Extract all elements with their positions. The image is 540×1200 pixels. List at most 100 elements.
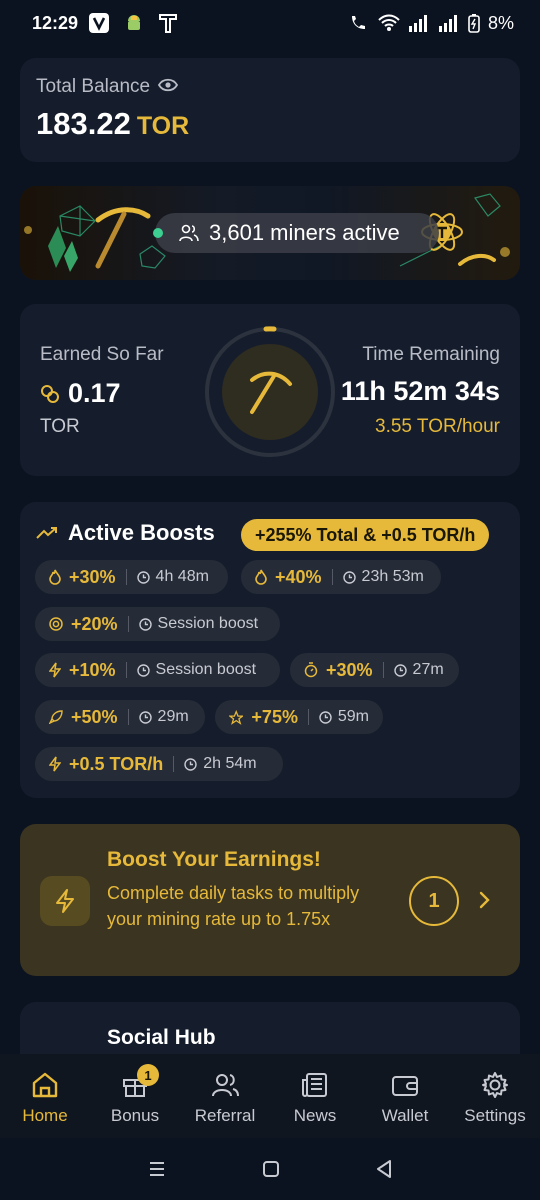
boost-earnings-card[interactable]: Boost Your Earnings! Complete daily task… <box>20 824 520 976</box>
boost-duration-wrap: 27m <box>393 661 444 679</box>
balance-card: Total Balance 183.22 TOR <box>20 58 520 162</box>
social-hub-title: Social Hub <box>107 1026 216 1049</box>
boosts-total-badge: +255% Total & +0.5 TOR/h <box>241 519 490 551</box>
balance-amount: 183.22 TOR <box>36 106 504 142</box>
boost-chip: +10% Session boost <box>35 653 280 687</box>
boost-value: +20% <box>71 613 118 634</box>
users-icon <box>179 224 199 242</box>
clock-icon <box>319 710 332 724</box>
boost-duration: 23h 53m <box>361 568 424 585</box>
boost-chip: +20% Session boost <box>35 607 280 641</box>
nav-home[interactable]: Home <box>0 1054 90 1138</box>
nav-wallet-label: Wallet <box>381 1106 429 1125</box>
wifi-icon <box>378 14 400 31</box>
boost-value: +75% <box>251 706 298 727</box>
signal-icon <box>408 15 427 32</box>
newspaper-icon <box>302 1073 327 1097</box>
boost-chip: +40% 23h 53m <box>241 560 441 594</box>
separator <box>331 569 333 585</box>
time-label: Time Remaining <box>362 344 500 365</box>
mining-card: Earned So Far 0.17 TOR Time Remaining 11… <box>20 304 520 476</box>
bolt-icon <box>40 876 90 926</box>
boosts-header: Active Boosts <box>36 520 215 546</box>
boosts-card: Active Boosts +255% Total & +0.5 TOR/h +… <box>20 502 520 798</box>
status-bar: 12:29 8% <box>0 0 540 46</box>
miners-pill: 3,601 miners active <box>153 213 439 253</box>
app-t-icon <box>158 12 178 34</box>
clock-icon <box>393 663 407 677</box>
home-icon <box>32 1072 58 1098</box>
boost-chip: +30% 4h 48m <box>35 560 228 594</box>
tasks-count: 1 <box>409 876 459 926</box>
boost-value: +0.5 TOR/h <box>69 753 164 774</box>
boost-duration: Session boost <box>155 661 257 678</box>
online-dot <box>153 228 163 238</box>
nav-bonus-label: Bonus <box>110 1106 160 1125</box>
nav-home-label: Home <box>22 1106 68 1125</box>
eye-icon[interactable] <box>158 76 179 98</box>
separator <box>125 569 127 585</box>
separator <box>382 662 384 678</box>
chevron-right-icon[interactable] <box>478 886 492 914</box>
nav-settings[interactable]: Settings <box>450 1054 540 1138</box>
miners-count: 3,601 miners active <box>209 220 400 245</box>
back-icon[interactable] <box>375 1159 393 1179</box>
earned-label: Earned So Far <box>40 344 164 365</box>
clock-icon <box>136 570 150 584</box>
earned-row: 0.17 <box>40 378 121 409</box>
promo-title: Boost Your Earnings! <box>107 848 321 871</box>
boost-chip: +50% 29m <box>35 700 205 734</box>
battery-icon <box>468 14 480 33</box>
status-time: 12:29 <box>32 12 79 33</box>
nav-settings-label: Settings <box>464 1106 526 1125</box>
clock-icon <box>138 617 152 631</box>
time-value: 11h 52m 34s <box>340 376 500 406</box>
rocket-icon <box>49 710 63 724</box>
separator <box>173 756 175 772</box>
balance-value: 183.22 <box>36 106 131 141</box>
android-icon <box>124 13 144 33</box>
balance-unit: TOR <box>136 112 190 140</box>
separator <box>127 616 129 632</box>
miners-banner: 3,601 miners active <box>20 186 520 280</box>
bonus-badge: 1 <box>137 1064 159 1086</box>
promo-text: Complete daily tasks to multiply your mi… <box>107 883 360 929</box>
nav-bonus[interactable]: 1 Bonus <box>90 1054 180 1138</box>
star-icon <box>229 709 244 725</box>
signal-icon-2 <box>438 15 457 32</box>
boost-duration-wrap: 29m <box>138 708 189 726</box>
bottom-nav: Home 1 Bonus Referral News Wallet Settin… <box>0 1054 540 1138</box>
flame-icon <box>49 569 61 585</box>
boost-duration-wrap: 23h 53m <box>342 568 424 586</box>
boost-duration: 4h 48m <box>155 568 209 585</box>
nav-wallet[interactable]: Wallet <box>360 1054 450 1138</box>
wallet-icon <box>392 1076 418 1096</box>
clock-icon <box>184 757 197 771</box>
nav-news[interactable]: News <box>270 1054 360 1138</box>
system-nav-bar <box>0 1138 540 1200</box>
recents-icon[interactable] <box>147 1160 167 1178</box>
trending-up-icon <box>36 527 57 539</box>
clock-icon <box>342 570 356 584</box>
bolt-icon <box>49 756 61 772</box>
boost-duration: 29m <box>157 708 189 725</box>
boost-value: +30% <box>69 566 116 587</box>
target-icon <box>49 617 63 631</box>
separator <box>125 662 127 678</box>
separator <box>307 709 309 725</box>
nav-news-label: News <box>293 1106 337 1125</box>
status-right: 8% <box>348 13 514 34</box>
home-button-icon[interactable] <box>262 1160 280 1178</box>
wifi-call-icon <box>351 16 365 29</box>
mining-button[interactable] <box>203 325 337 459</box>
nav-referral[interactable]: Referral <box>180 1054 270 1138</box>
boost-duration-wrap: 59m <box>319 708 369 726</box>
earned-value: 0.17 <box>68 378 121 408</box>
boost-duration: 2h 54m <box>203 755 257 772</box>
earned-unit: TOR <box>40 416 80 437</box>
stopwatch-icon <box>304 662 318 678</box>
boost-chip: +75% 59m <box>215 700 383 734</box>
boost-value: +50% <box>71 706 118 727</box>
bolt-icon <box>49 662 61 678</box>
boost-duration-wrap: Session boost <box>136 661 257 679</box>
